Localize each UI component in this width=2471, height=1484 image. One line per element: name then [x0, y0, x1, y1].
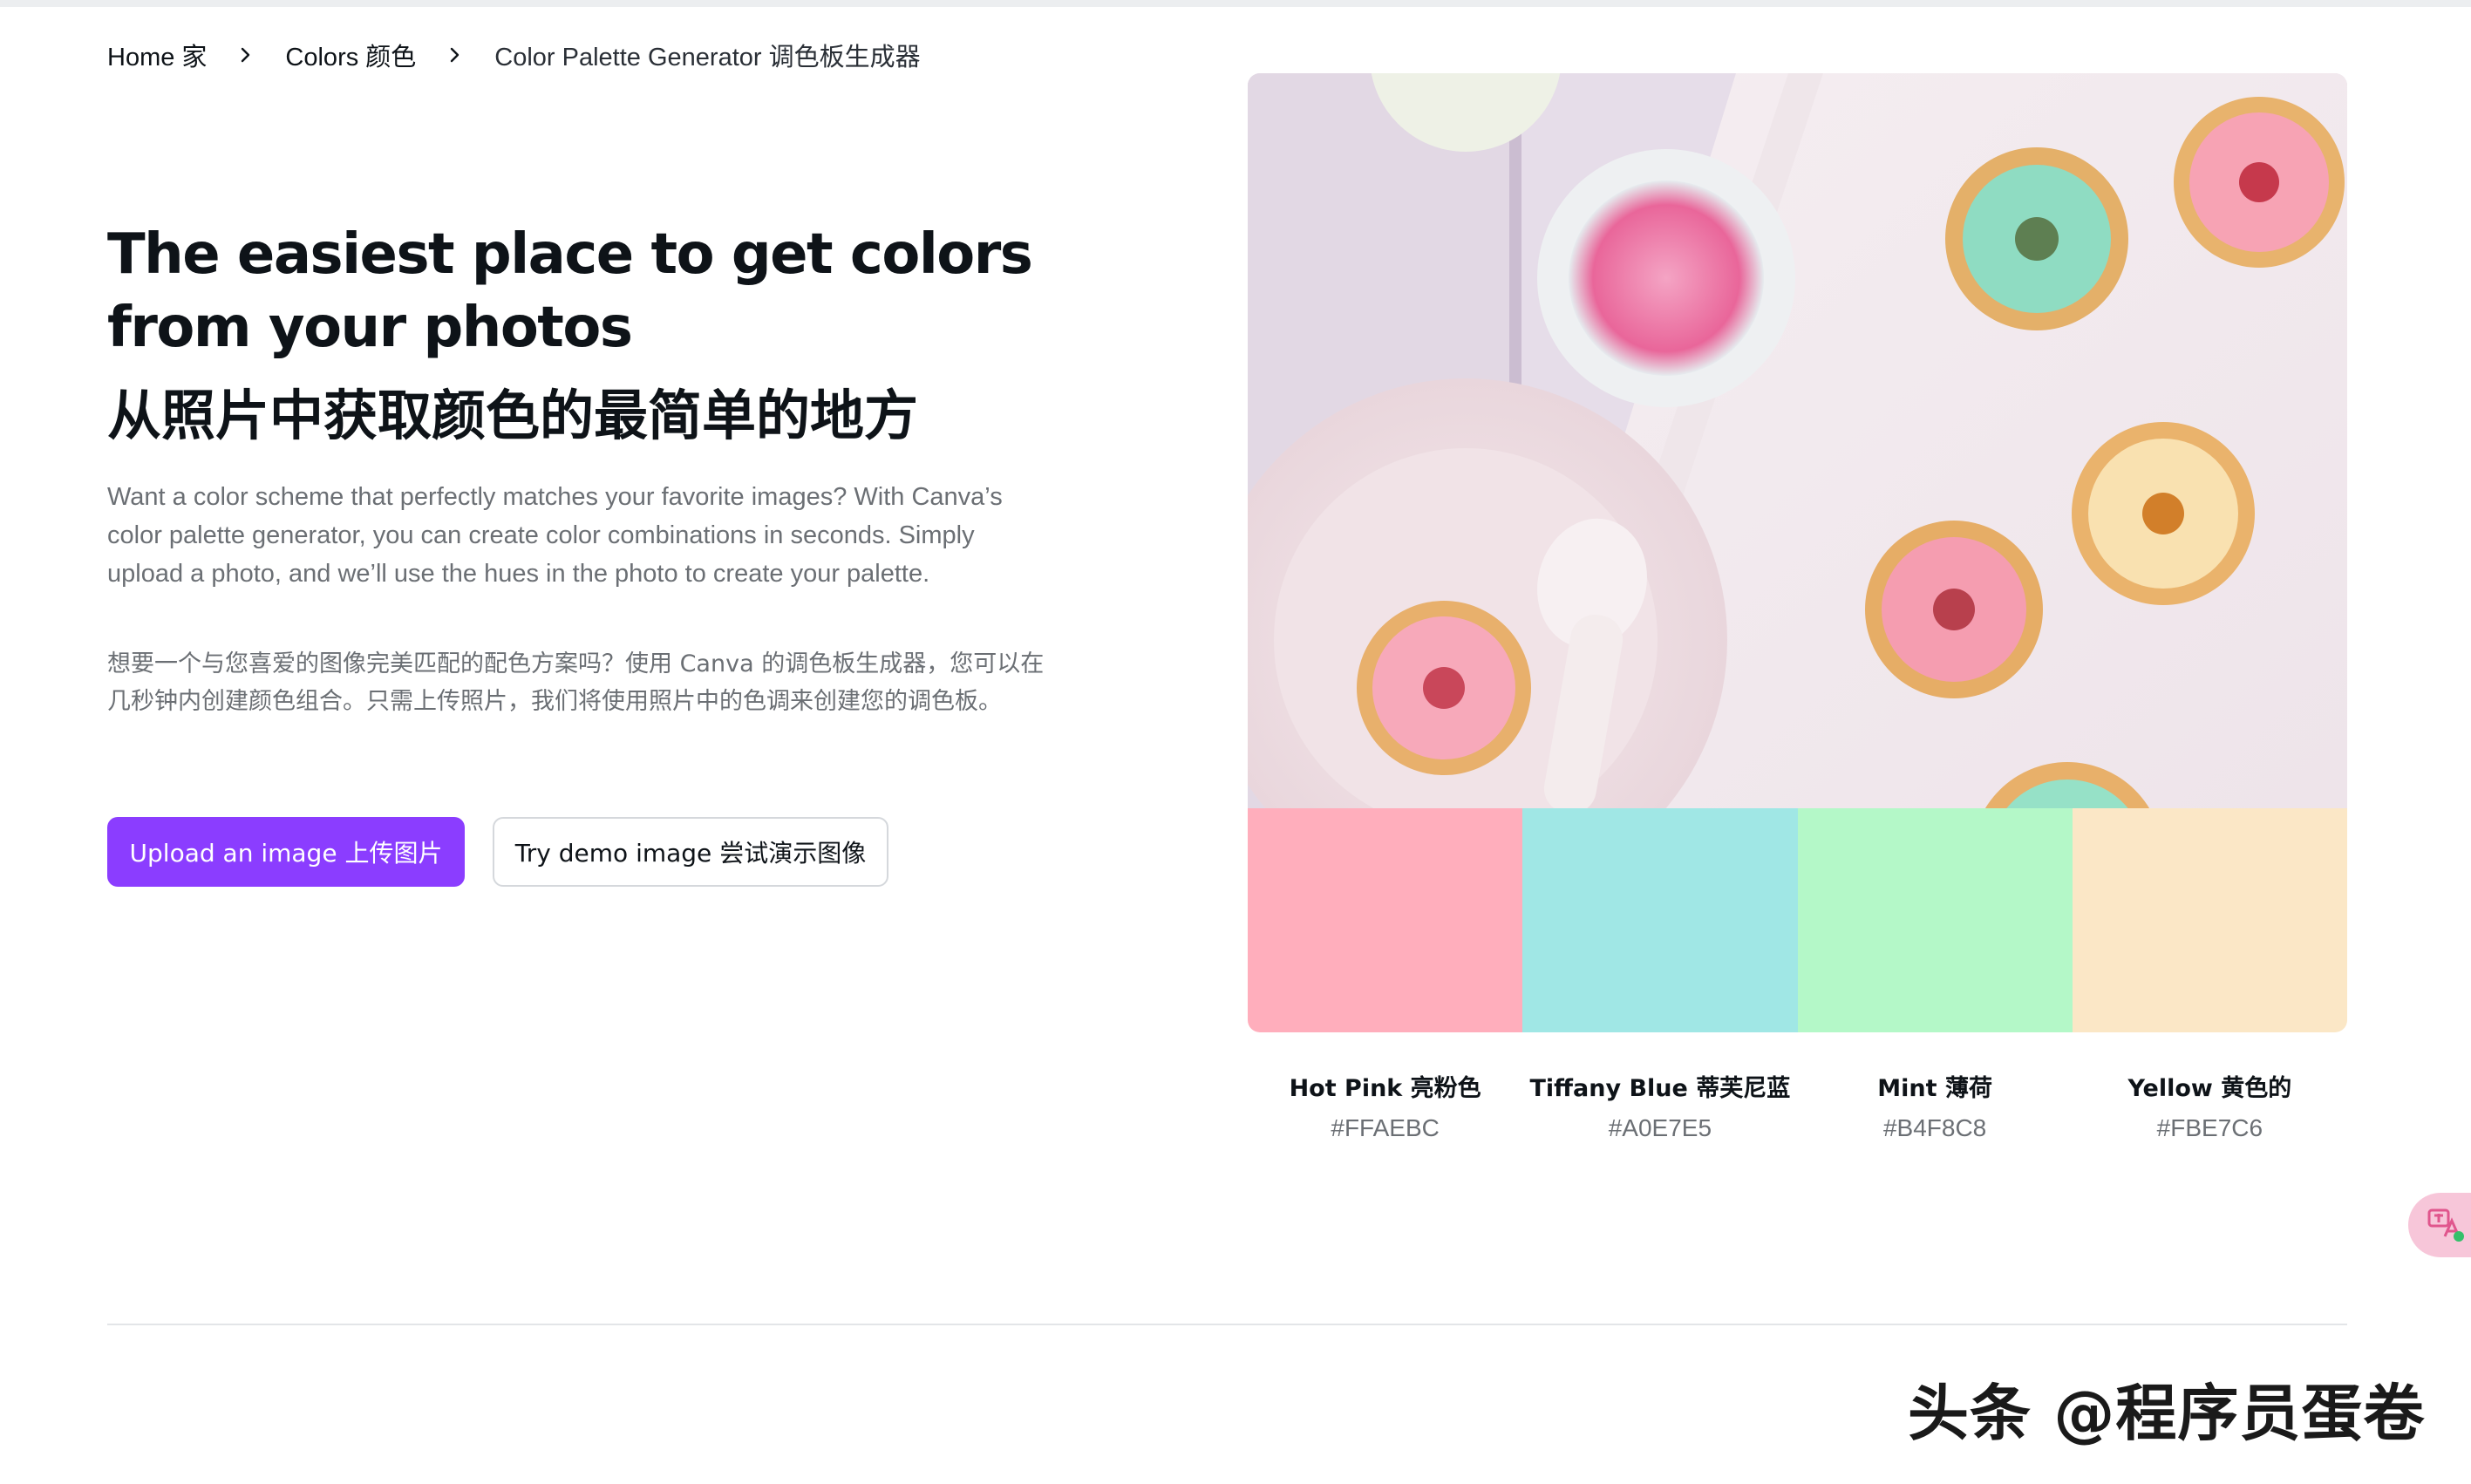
try-demo-image-button[interactable]: Try demo image 尝试演示图像 — [493, 817, 888, 887]
color-name: Mint 薄荷 — [1877, 1075, 1992, 1102]
hero-description: Want a color scheme that perfectly match… — [107, 483, 1003, 588]
breadcrumb-current: Color Palette Generator 调色板生成器 — [494, 44, 921, 71]
swatch-mint[interactable] — [1797, 808, 2073, 1032]
floating-translate-button[interactable] — [2408, 1193, 2471, 1257]
palette-label: Hot Pink 亮粉色 #FFAEBC — [1248, 1068, 1522, 1147]
breadcrumb-home[interactable]: Home 家 — [107, 37, 207, 73]
color-hex[interactable]: #B4F8C8 — [1798, 1110, 2073, 1147]
breadcrumb: Home 家 Colors 颜色 Color Palette Generator… — [107, 35, 921, 75]
palette-preview — [1248, 73, 2347, 1032]
swatch-yellow[interactable] — [2072, 808, 2347, 1032]
palette-label: Tiffany Blue 蒂芙尼蓝 #A0E7E5 — [1522, 1068, 1797, 1147]
translate-icon — [2427, 1208, 2464, 1242]
color-hex[interactable]: #FBE7C6 — [2073, 1110, 2347, 1147]
chevron-right-icon — [416, 46, 494, 64]
watermark: 头条 @程序员蛋卷 — [1908, 1378, 2426, 1449]
top-border — [0, 0, 2471, 7]
color-name: Tiffany Blue 蒂芙尼蓝 — [1529, 1075, 1791, 1102]
sample-photo — [1248, 73, 2347, 808]
swatch-tiffany-blue[interactable] — [1522, 808, 1798, 1032]
palette-label: Mint 薄荷 #B4F8C8 — [1798, 1068, 2073, 1147]
swatch-hot-pink[interactable] — [1248, 808, 1523, 1032]
color-name: Hot Pink 亮粉色 — [1289, 1075, 1481, 1102]
page-title: The easiest place to get colors from you… — [107, 222, 1033, 360]
breadcrumb-colors[interactable]: Colors 颜色 — [285, 37, 416, 73]
page-title-cn: 从照片中获取颜色的最简单的地方 — [107, 384, 919, 447]
section-divider — [107, 1324, 2347, 1325]
chevron-right-icon — [207, 46, 285, 64]
palette-labels: Hot Pink 亮粉色 #FFAEBC Tiffany Blue 蒂芙尼蓝 #… — [1248, 1068, 2347, 1147]
color-name: Yellow 黄色的 — [2127, 1075, 2292, 1102]
color-hex[interactable]: #FFAEBC — [1248, 1110, 1522, 1147]
hero-description-cn: 想要一个与您喜爱的图像完美匹配的配色方案吗？使用 Canva 的调色板生成器，您… — [107, 650, 1045, 715]
palette-label: Yellow 黄色的 #FBE7C6 — [2073, 1068, 2347, 1147]
upload-image-button[interactable]: Upload an image 上传图片 — [107, 817, 465, 887]
color-hex[interactable]: #A0E7E5 — [1522, 1110, 1797, 1147]
palette-swatches — [1248, 808, 2347, 1032]
